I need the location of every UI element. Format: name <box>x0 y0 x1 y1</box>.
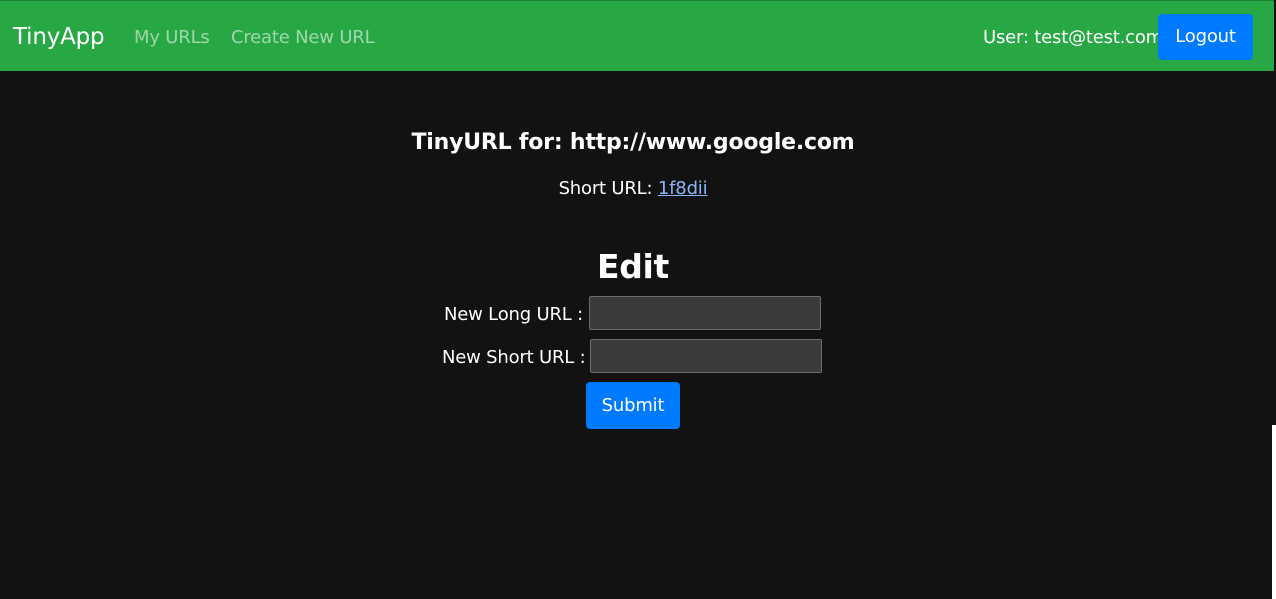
long-url-label: New Long URL : <box>444 304 583 325</box>
short-url-link[interactable]: 1f8dii <box>658 178 708 199</box>
page-edge-artifact <box>1272 425 1276 599</box>
short-url-row: New Short URL : <box>442 346 586 370</box>
user-email-label: User: test@test.com <box>983 27 1163 48</box>
logout-button[interactable]: Logout <box>1158 14 1253 60</box>
page-title: TinyURL for: http://www.google.com <box>411 130 855 155</box>
submit-button[interactable]: Submit <box>586 382 680 429</box>
long-url-row: New Long URL : <box>444 303 583 327</box>
short-url-label: New Short URL : <box>442 347 586 368</box>
brand-link[interactable]: TinyApp <box>13 22 105 52</box>
top-navbar: TinyApp My URLs Create New URL User: tes… <box>0 0 1274 71</box>
short-url-prefix: Short URL: <box>558 178 653 199</box>
edit-heading: Edit <box>596 247 670 286</box>
nav-create-new-url-link[interactable]: Create New URL <box>231 26 375 50</box>
short-url-line: Short URL: 1f8dii <box>0 177 1266 201</box>
short-url-input[interactable] <box>590 339 822 373</box>
nav-my-urls-link[interactable]: My URLs <box>134 26 210 50</box>
long-url-input[interactable] <box>589 296 821 330</box>
